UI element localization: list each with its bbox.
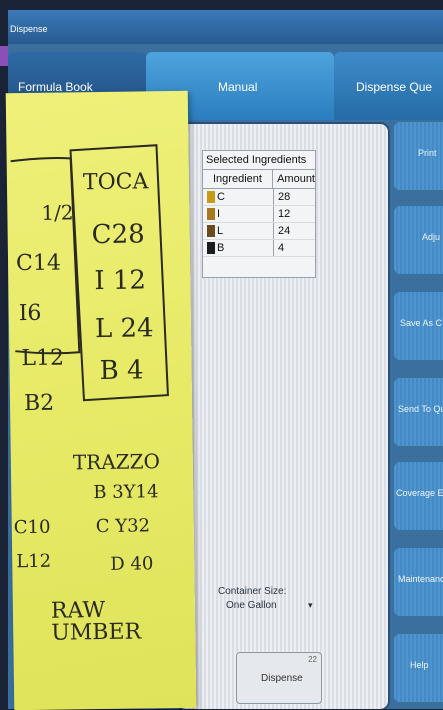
ingredient-name: L (217, 223, 274, 239)
chevron-down-icon[interactable]: ▾ (308, 600, 313, 611)
print-button-label: Print (418, 148, 437, 158)
adjust-button-label: Adju (422, 232, 441, 242)
note-fraction: 1/2 (41, 200, 74, 225)
note-b3y14: B 3Y14 (93, 481, 159, 504)
note-c14: C14 (15, 250, 62, 277)
ingredient-amount: 28 (278, 191, 291, 203)
note-i12: I 12 (94, 265, 147, 297)
amount-column-header: Amount (277, 173, 315, 185)
print-button[interactable]: Print (394, 122, 443, 190)
ingredients-title: Selected Ingredients (203, 151, 315, 170)
container-size-select[interactable]: One Gallon (226, 600, 277, 611)
title-bar: Dispense (8, 10, 443, 44)
manual-content-panel: Selected Ingredients Ingredient Amount C… (176, 122, 390, 709)
note-l24: L 24 (94, 313, 154, 345)
table-row[interactable]: B 4 (203, 240, 315, 257)
color-swatch (207, 208, 215, 220)
tab-dispense-queue[interactable]: Dispense Que (334, 52, 443, 120)
color-swatch (207, 242, 215, 254)
container-size-label: Container Size: (218, 586, 287, 597)
coverage-estimator-button-label: Coverage Esti (396, 488, 443, 498)
maintenance-button-label: Maintenance (398, 574, 443, 584)
save-as-button[interactable]: Save As C (394, 292, 443, 360)
note-l12-bottom: L12 (16, 550, 52, 573)
note-c28: C28 (91, 219, 145, 251)
ingredients-header-row: Ingredient Amount (203, 170, 315, 189)
window-title: Dispense (10, 24, 48, 34)
tab-dispense-queue-label: Dispense Que (356, 80, 433, 94)
save-as-button-label: Save As C (400, 318, 443, 328)
note-l12: L12 (21, 345, 65, 372)
action-sidebar: Print Adju Save As C Send To Qu Coverage… (394, 122, 443, 707)
help-button-label: Help (410, 660, 429, 670)
send-to-queue-button-label: Send To Qu (398, 404, 443, 414)
color-swatch (207, 191, 215, 203)
ingredient-column-header: Ingredient (203, 170, 274, 188)
ingredient-name: C (217, 189, 274, 205)
selected-ingredients-table: Selected Ingredients Ingredient Amount C… (202, 150, 316, 278)
note-toca: TOCA (82, 169, 149, 196)
note-i6: I6 (18, 300, 42, 327)
adjust-button[interactable]: Adju (394, 206, 443, 274)
maintenance-button[interactable]: Maintenance (394, 548, 443, 616)
ingredient-name: I (217, 206, 274, 222)
coverage-estimator-button[interactable]: Coverage Esti (394, 462, 443, 530)
note-raw-umber: RAW UMBER (50, 597, 142, 646)
ingredient-amount: 24 (278, 225, 291, 237)
table-row[interactable]: L 24 (203, 223, 315, 240)
table-empty-area (203, 257, 315, 277)
table-row[interactable]: I 12 (203, 206, 315, 223)
note-c10: C10 (13, 516, 51, 539)
ingredient-amount: 12 (278, 208, 291, 220)
table-row[interactable]: C 28 (203, 189, 315, 206)
sticky-note: 1/2 C14 I6 L12 B2 TOCA C28 I 12 L 24 B 4… (5, 90, 197, 710)
tab-manual-label: Manual (218, 80, 258, 94)
dispense-label: Dispense (261, 673, 303, 684)
color-swatch (207, 225, 215, 237)
ingredient-amount: 4 (278, 242, 285, 254)
ingredient-name: B (217, 240, 274, 256)
help-button[interactable]: Help (394, 634, 443, 702)
dispense-count: 22 (308, 655, 317, 664)
dispense-button[interactable]: 22 Dispense (236, 652, 322, 704)
note-b4: B 4 (99, 355, 144, 387)
edge-marker (0, 46, 8, 66)
note-b2: B2 (23, 390, 55, 417)
send-to-queue-button[interactable]: Send To Qu (394, 378, 443, 446)
note-d40: D 40 (110, 553, 154, 575)
note-cy32: C Y32 (95, 515, 151, 538)
note-trazzo: TRAZZO (72, 449, 161, 475)
